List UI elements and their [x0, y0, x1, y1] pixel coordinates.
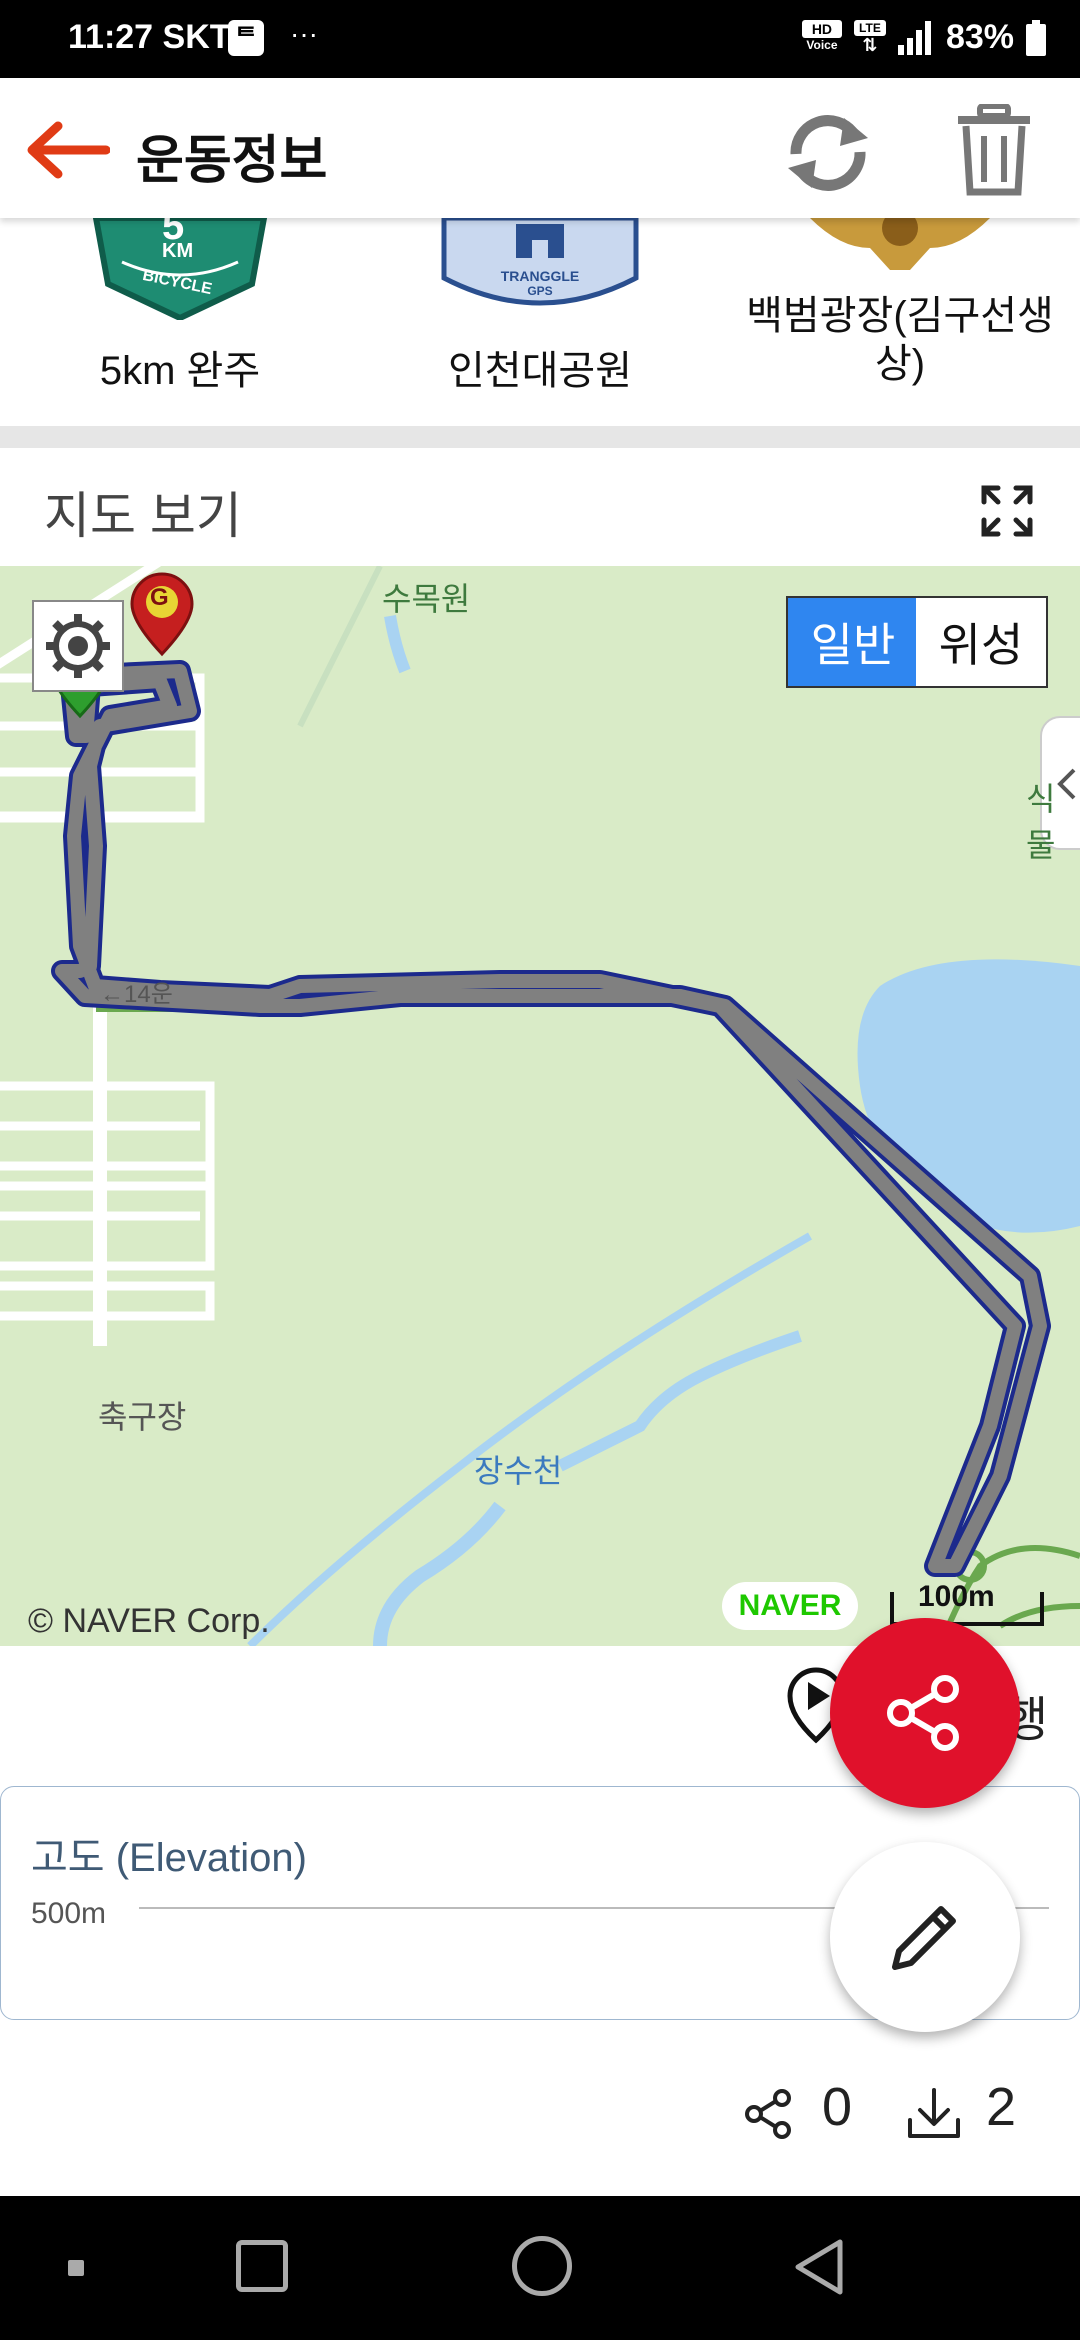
naver-logo: NAVER [722, 1582, 858, 1630]
map-copyright: © NAVER Corp. [28, 1602, 270, 1640]
scale-label: 100m [918, 1580, 995, 1613]
map-label: ←14운 [100, 981, 173, 1008]
badge-incheon-park[interactable]: TRANGGLE GPS [440, 218, 640, 318]
medal-badge-icon [810, 218, 990, 270]
gear-icon [46, 614, 110, 678]
signal-icon [897, 20, 931, 55]
badge-label: 5km 완주 [99, 349, 261, 393]
trash-icon[interactable] [956, 104, 1032, 196]
section-divider [0, 426, 1080, 448]
pencil-icon [892, 1906, 956, 1970]
badge-baekbeom[interactable] [810, 218, 990, 270]
refresh-icon[interactable] [782, 110, 874, 196]
share-icon [887, 1675, 959, 1751]
nav-dot-icon [68, 2260, 84, 2276]
fullscreen-icon[interactable] [980, 484, 1034, 538]
lte-icon: LTE ⇅ [853, 19, 886, 56]
badge-label: 인천대공원 [448, 349, 632, 393]
badge-5km-bicycle[interactable]: 5 KM BICYCLE [92, 218, 268, 322]
back-nav-icon[interactable] [790, 2236, 846, 2298]
recents-icon[interactable] [236, 2240, 288, 2292]
map-section-title: 지도 보기 [44, 488, 242, 544]
status-bar: 11:27 SKT ᄐ ··· HD Voice LTE ⇅ 83% [0, 0, 1080, 78]
battery-percent: 83% [945, 18, 1014, 56]
home-icon[interactable] [512, 2236, 572, 2296]
map-settings-button[interactable] [32, 600, 124, 692]
talk-icon: ᄐ [228, 20, 264, 56]
route-map[interactable]: S G 일반 위성 수목원 식물 ←14운 축구장 장수천 © NAVER [0, 566, 1080, 1646]
back-arrow-icon[interactable] [24, 120, 110, 180]
share-fab[interactable] [830, 1618, 1020, 1808]
map-label: 수목원 [382, 581, 471, 617]
overflow-icon: ··· [290, 18, 318, 49]
goal-marker-label: G [150, 584, 169, 611]
share-count: 0 [822, 2077, 853, 2137]
badge-strip: 5 KM BICYCLE 5km 완주 TRANGGLE GPS 인천대공원 백… [0, 218, 1080, 428]
elevation-y-label: 500m [31, 1897, 107, 1930]
map-label: 식물 [1026, 781, 1056, 863]
download-count: 2 [986, 2077, 1017, 2137]
badge-label: 백범광장(김구선생상) [746, 294, 1054, 386]
battery-icon [1026, 19, 1046, 56]
app-header: 운동정보 [0, 78, 1080, 218]
status-indicators: HD Voice LTE ⇅ 83% [801, 18, 1046, 57]
map-label: 장수천 [474, 1453, 563, 1489]
status-time: 11:27 SKT [68, 18, 231, 56]
stats-row: 0 2 [0, 2020, 1080, 2200]
page-title: 운동정보 [136, 132, 328, 190]
hd-voice-icon: HD Voice [801, 19, 842, 56]
elevation-title: 고도 (Elevation) [31, 1836, 307, 1880]
map-section-header: 지도 보기 [0, 448, 1080, 566]
map-label: 축구장 [98, 1399, 187, 1435]
download-icon[interactable] [906, 2086, 962, 2142]
edit-fab[interactable] [830, 1842, 1020, 2032]
share-count-icon[interactable] [742, 2088, 794, 2140]
map-type-normal-button[interactable]: 일반 [786, 596, 920, 688]
map-type-satellite-button[interactable]: 위성 [916, 596, 1048, 688]
system-nav-bar [0, 2196, 1080, 2340]
